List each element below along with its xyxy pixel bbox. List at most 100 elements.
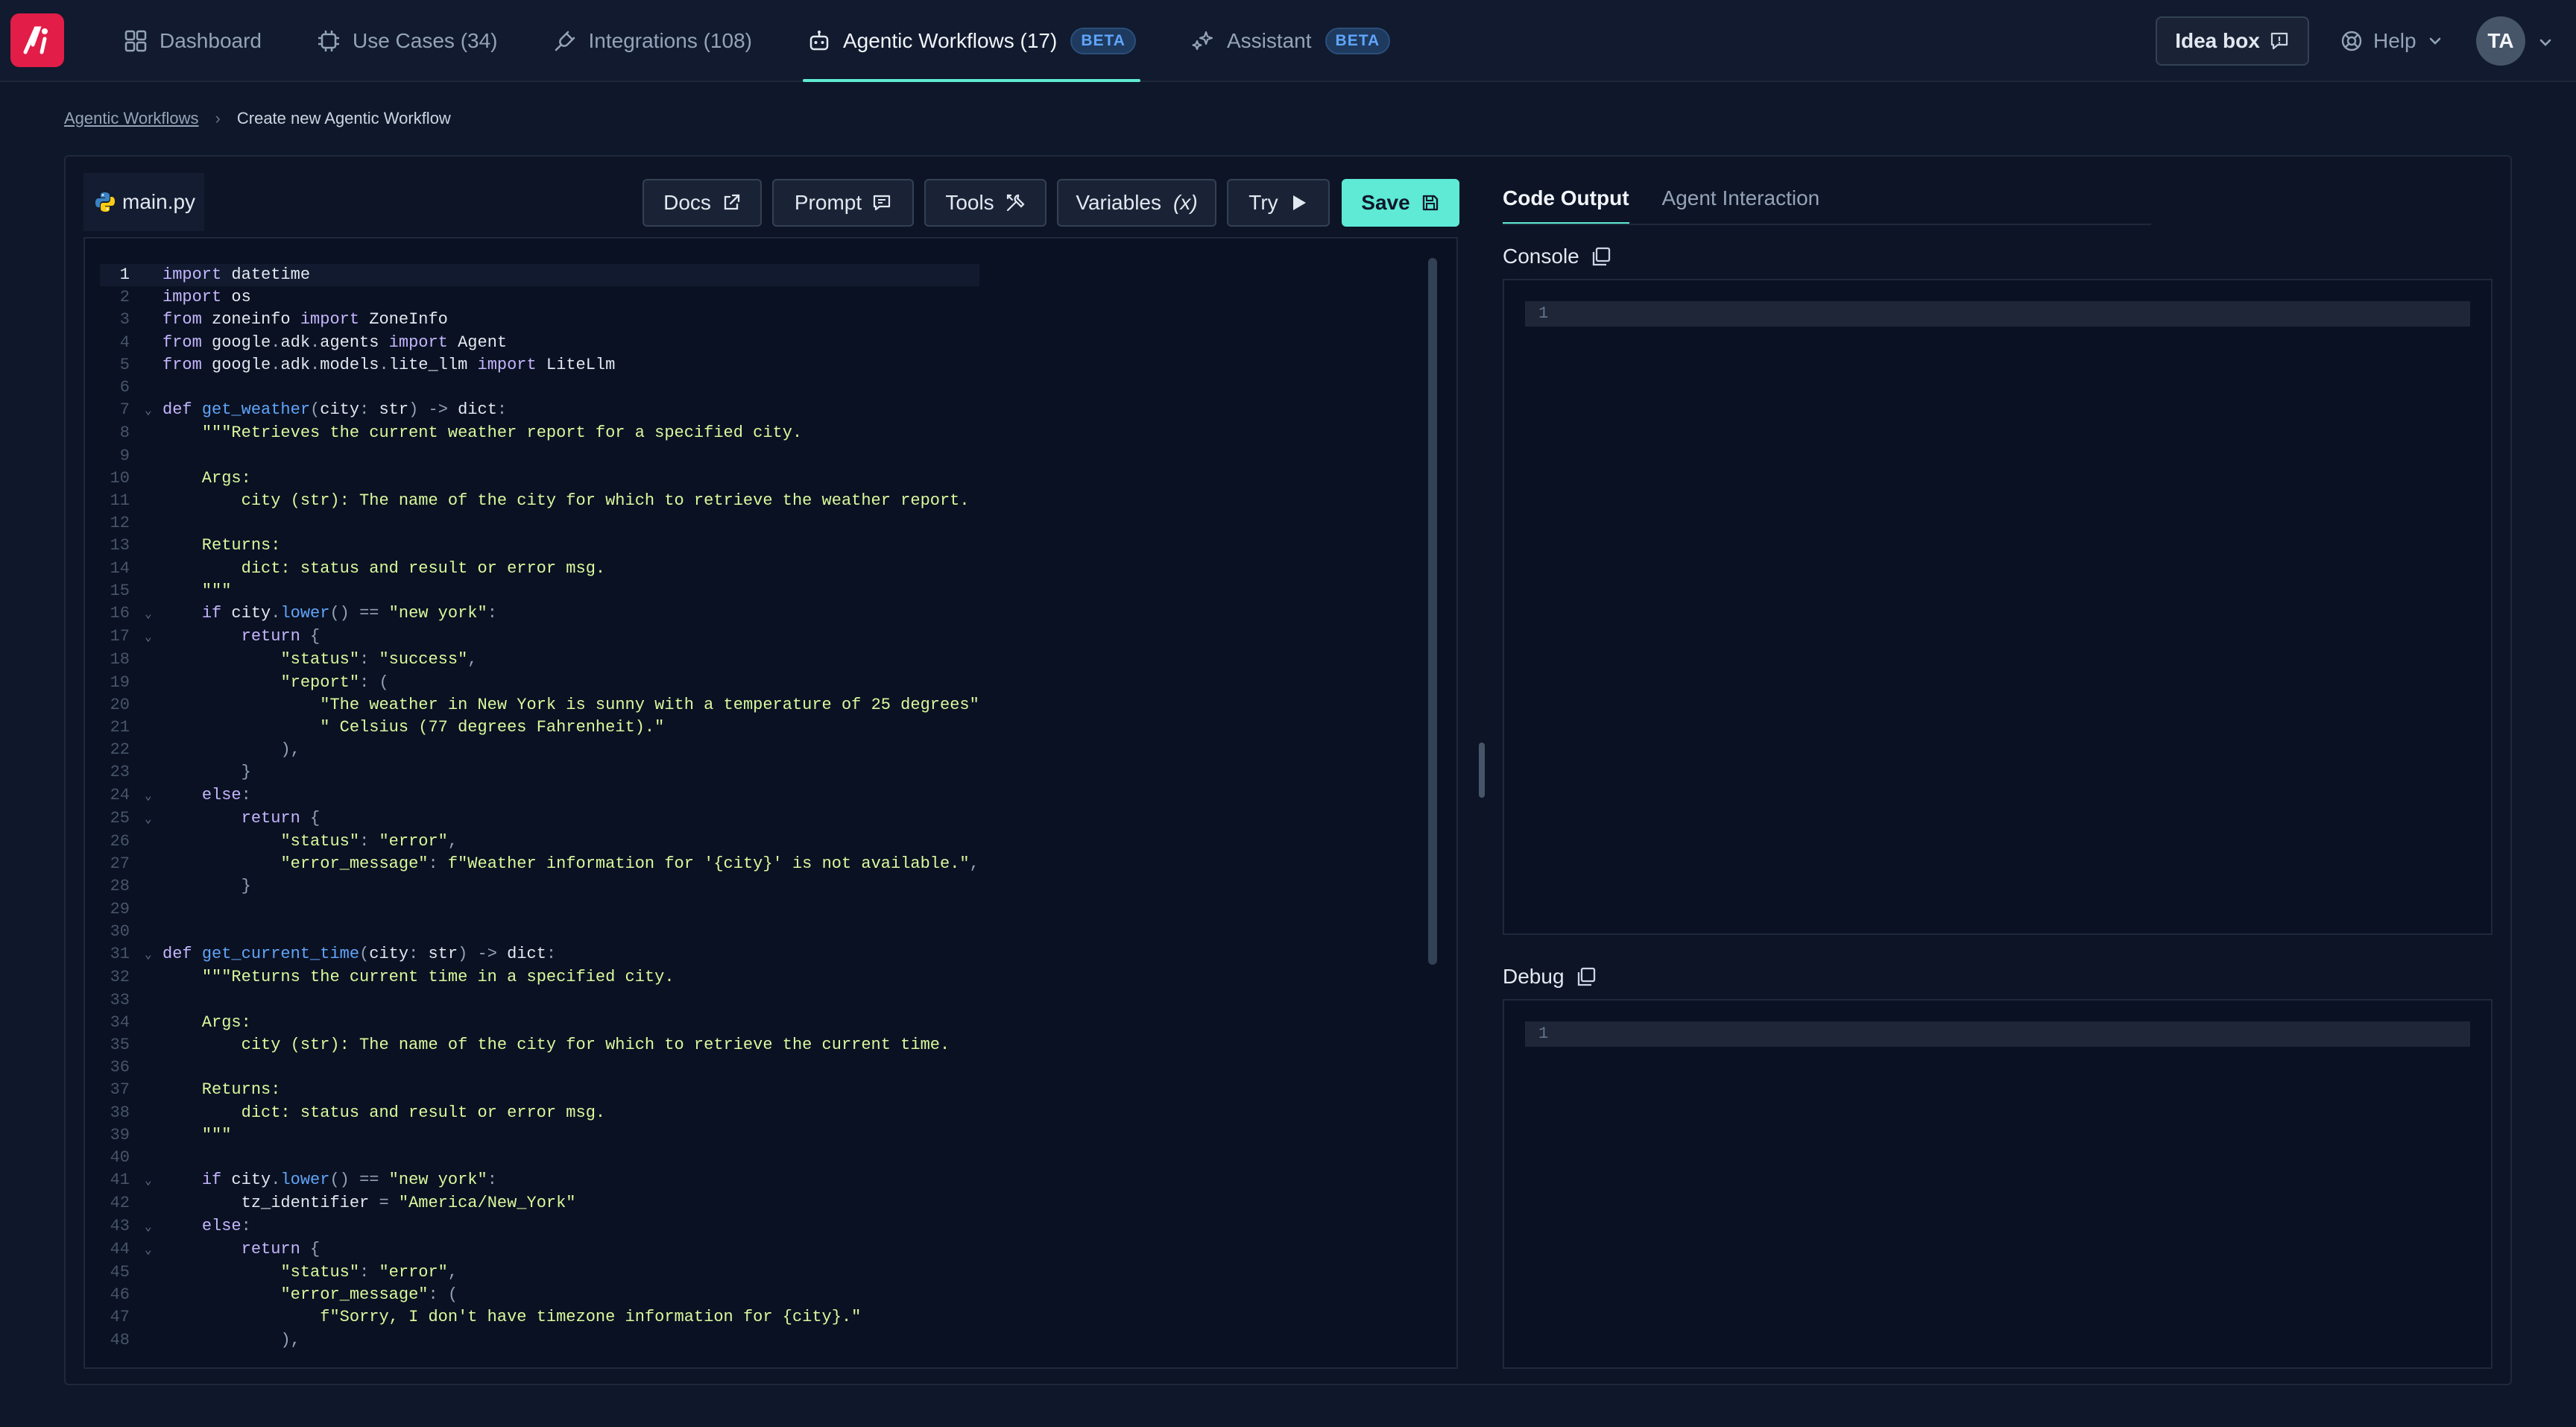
- code-line: 3 from zoneinfo import ZoneInfo: [100, 309, 979, 331]
- code-line: 36: [100, 1056, 979, 1079]
- code-line: 24 ⌄ else:: [100, 784, 979, 807]
- copy-icon[interactable]: [1590, 245, 1612, 268]
- breadcrumb: Agentic Workflows › Create new Agentic W…: [64, 109, 451, 128]
- code-line: 23 }: [100, 761, 979, 784]
- code-editor[interactable]: 1 import datetime 2 import os 3 from zoneinfo…: [83, 237, 1458, 1369]
- code-line: 34 Args:: [100, 1012, 979, 1034]
- fold-chevron-icon[interactable]: ⌄: [145, 1170, 162, 1192]
- line-number: 18: [110, 650, 130, 670]
- app-logo[interactable]: [10, 13, 64, 67]
- tab-code-output[interactable]: Code Output: [1503, 186, 1629, 225]
- code-line: 20 "The weather in New York is sunny wit…: [100, 694, 979, 716]
- code-line: 44 ⌄ return {: [100, 1238, 979, 1261]
- copy-icon[interactable]: [1575, 965, 1597, 988]
- nav-integrations[interactable]: Integrations (108): [553, 0, 752, 82]
- tab-agent-interaction[interactable]: Agent Interaction: [1662, 186, 1820, 225]
- code-line: 11 city (str): The name of the city for …: [100, 490, 979, 512]
- line-number: 38: [110, 1103, 130, 1122]
- fold-chevron-icon[interactable]: ⌄: [145, 785, 162, 807]
- idea-box-button[interactable]: Idea box: [2156, 16, 2309, 66]
- line-number: 27: [110, 854, 130, 874]
- tools-label: Tools: [945, 191, 994, 214]
- line-number: 46: [110, 1285, 130, 1305]
- code-line: 17 ⌄ return {: [100, 626, 979, 649]
- fold-chevron-icon[interactable]: ⌄: [145, 1216, 162, 1238]
- line-number: 42: [110, 1194, 130, 1213]
- line-number: 23: [110, 763, 130, 782]
- line-number: 41: [110, 1171, 130, 1190]
- help-label: Help: [2373, 29, 2416, 52]
- console-output[interactable]: 1: [1503, 279, 2493, 935]
- line-number: 31: [110, 945, 130, 964]
- code-line: 47 f"Sorry, I don't have timezone inform…: [100, 1306, 979, 1329]
- variable-icon: (x): [1173, 191, 1198, 214]
- docs-button[interactable]: Docs: [643, 179, 762, 227]
- code-line: 28 }: [100, 875, 979, 898]
- tools-button[interactable]: Tools: [924, 179, 1046, 227]
- pane-resize-handle[interactable]: [1479, 743, 1485, 798]
- variables-label: Variables: [1076, 191, 1161, 214]
- line-number: 2: [119, 288, 130, 307]
- line-number: 39: [110, 1125, 130, 1144]
- nav-label: Use Cases (34): [352, 29, 498, 52]
- line-number: 6: [119, 378, 130, 397]
- code-line: 35 city (str): The name of the city for …: [100, 1034, 979, 1056]
- editor-scrollbar[interactable]: [1428, 258, 1437, 965]
- fold-chevron-icon[interactable]: ⌄: [145, 808, 162, 831]
- line-number: 16: [110, 604, 130, 623]
- fold-chevron-icon[interactable]: ⌄: [145, 944, 162, 966]
- fold-chevron-icon[interactable]: ⌄: [145, 626, 162, 649]
- breadcrumb-parent-link[interactable]: Agentic Workflows: [64, 109, 199, 128]
- code-line: 22 ),: [100, 739, 979, 761]
- line-number: 20: [110, 695, 130, 714]
- file-tab[interactable]: main.py: [83, 173, 204, 231]
- line-number: 8: [119, 423, 130, 443]
- chevron-down-icon[interactable]: [2537, 34, 2554, 51]
- line-number: 7: [119, 400, 130, 420]
- code-line: 42 tz_identifier = "America/New_York": [100, 1192, 979, 1215]
- lifebuoy-icon: [2341, 31, 2362, 51]
- code-line: 8 """Retrieves the current weather repor…: [100, 422, 979, 444]
- prompt-button[interactable]: Prompt: [772, 179, 914, 227]
- debug-output[interactable]: 1: [1503, 999, 2493, 1369]
- line-number: 34: [110, 1012, 130, 1032]
- nav-dashboard[interactable]: Dashboard: [124, 0, 262, 82]
- variables-button[interactable]: Variables (x): [1057, 179, 1216, 227]
- line-number: 47: [110, 1308, 130, 1327]
- fold-chevron-icon[interactable]: ⌄: [145, 1239, 162, 1261]
- code-line: 29: [100, 898, 979, 921]
- fold-chevron-icon[interactable]: ⌄: [145, 603, 162, 626]
- python-icon: [95, 192, 115, 212]
- robot-icon: [809, 31, 829, 51]
- code-lines: 1 import datetime 2 import os 3 from zoneinfo…: [100, 264, 979, 1352]
- line-number: 35: [110, 1035, 130, 1054]
- save-button[interactable]: Save: [1342, 179, 1459, 227]
- prompt-label: Prompt: [794, 191, 862, 214]
- tools-icon: [1006, 194, 1025, 212]
- nav-use-cases[interactable]: Use Cases (34): [317, 0, 498, 82]
- feedback-icon: [2270, 32, 2288, 50]
- code-line: 27 "error_message": f"Weather informatio…: [100, 853, 979, 875]
- help-menu[interactable]: Help: [2340, 16, 2443, 66]
- console-header: Console: [1503, 245, 1612, 268]
- code-line: 1 import datetime: [100, 264, 979, 287]
- line-number: 25: [110, 808, 130, 828]
- chevron-down-icon: [2429, 37, 2440, 45]
- code-line: 26 "status": "error",: [100, 831, 979, 853]
- code-line: 16 ⌄ if city.lower() == "new york":: [100, 602, 979, 626]
- code-line: 18 "status": "success",: [100, 649, 979, 671]
- line-number: 32: [110, 968, 130, 987]
- nav-agentic-workflows[interactable]: Agentic Workflows (17) BETA: [802, 0, 1140, 82]
- try-label: Try: [1248, 191, 1278, 214]
- line-number: 37: [110, 1080, 130, 1100]
- play-icon: [1292, 195, 1306, 210]
- nav-label: Agentic Workflows (17): [842, 29, 1058, 52]
- try-button[interactable]: Try: [1227, 179, 1330, 227]
- user-avatar[interactable]: TA: [2476, 16, 2525, 66]
- dashboard-icon: [124, 30, 147, 52]
- console-line: 1: [1525, 301, 2470, 327]
- main-nav: Dashboard Use Cases (34) Integrations (1…: [124, 0, 1445, 82]
- fold-chevron-icon[interactable]: ⌄: [145, 400, 162, 422]
- line-number: 12: [110, 514, 130, 533]
- nav-assistant[interactable]: Assistant BETA: [1191, 0, 1391, 82]
